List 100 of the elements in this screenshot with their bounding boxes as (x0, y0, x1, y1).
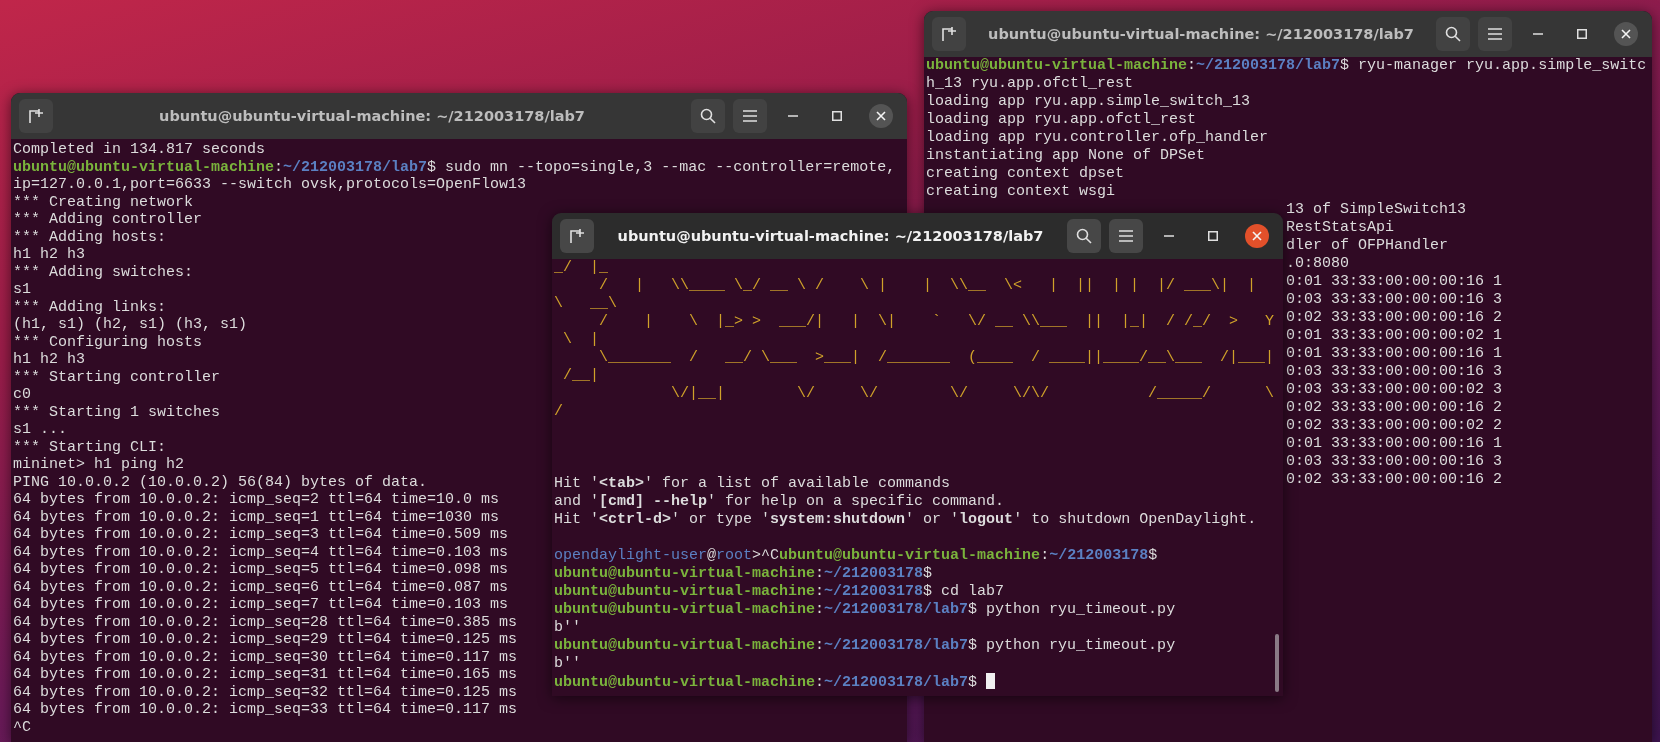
terminal-line: 13 of SimpleSwitch13 (1286, 201, 1467, 219)
terminal-line: 0:01 33:33:00:00:00:16 1 (1286, 435, 1503, 453)
terminal-line: 64 bytes from 10.0.0.2: icmp_seq=5 ttl=64 time=0.098 ms (13, 561, 509, 579)
terminal-line: 0:01 33:33:00:00:00:02 1 (1286, 327, 1503, 345)
terminal-line: Completed in 134.817 seconds (13, 141, 266, 159)
terminal-line: Hit '<tab>' for a list of available commands (554, 475, 951, 493)
terminal-line: 0:03 33:33:00:00:00:16 3 (1286, 291, 1503, 309)
window-title: ubuntu@ubuntu-virtual-machine: ~/212003178/lab7 (987, 26, 1415, 42)
terminal-line: h1 h2 h3 (13, 246, 85, 264)
terminal-line: *** Adding switches: (13, 263, 194, 281)
terminal-line: (h1, s1) (h2, s1) (h3, s1) (13, 316, 248, 334)
menu-button[interactable] (1478, 17, 1512, 51)
terminal-line: 0:02 33:33:00:00:00:16 2 (1286, 309, 1503, 327)
close-button[interactable] (1614, 22, 1638, 46)
terminal-line: .0:8080 (1286, 255, 1350, 273)
ascii-art-line: /__| (562, 367, 599, 385)
close-icon (1252, 231, 1262, 241)
terminal-line: ubuntu@ubuntu-virtual-machine:~/212003178/lab7$ python ryu_timeout.py (554, 601, 1176, 619)
window-title: ubuntu@ubuntu-virtual-machine: ~/212003178/lab7 (158, 108, 586, 124)
terminal-line: b'' (554, 619, 581, 637)
terminal-line: h1 h2 h3 (13, 351, 85, 369)
terminal-line: ^C (13, 718, 31, 736)
terminal-line: ubuntu@ubuntu-virtual-machine:~/212003178/lab7$ ryu-manager ryu.app.simple_switc (926, 57, 1647, 75)
scrollbar[interactable] (1275, 634, 1279, 692)
terminal-line: PING 10.0.0.2 (10.0.0.2) 56(84) bytes of data. (13, 473, 428, 491)
terminal-line: instantiating app None of DPSet (926, 147, 1206, 165)
terminal-line: b'' (554, 655, 581, 673)
terminal-line: ip=127.0.0.1,port=6633 --switch ovsk,protocols=OpenFlow13 (13, 176, 527, 194)
terminal-line: 0:03 33:33:00:00:00:16 3 (1286, 453, 1503, 471)
terminal-line: c0 (13, 386, 31, 404)
close-icon (1621, 29, 1631, 39)
new-tab-button[interactable] (560, 219, 594, 253)
terminal-line: Hit '<ctrl-d>' or type 'system:shutdown' or 'logout' to shutdown OpenDaylight. (554, 511, 1257, 529)
maximize-icon (832, 111, 842, 121)
terminal-line: 64 bytes from 10.0.0.2: icmp_seq=3 ttl=64 time=0.509 ms (13, 526, 509, 544)
new-tab-icon (941, 26, 957, 42)
terminal-line: 0:02 33:33:00:00:00:16 2 (1286, 399, 1503, 417)
menu-button[interactable] (733, 99, 767, 133)
terminal-line: 64 bytes from 10.0.0.2: icmp_seq=33 ttl=64 time=0.117 ms (13, 701, 518, 719)
new-tab-icon (569, 228, 585, 244)
terminal-line: *** Configuring hosts (13, 333, 203, 351)
terminal-line: *** Adding links: (13, 298, 167, 316)
terminal-line: ubuntu@ubuntu-virtual-machine:~/212003178/lab7$ python ryu_timeout.py (554, 637, 1176, 655)
ascii-art-line: \ | (562, 331, 599, 349)
terminal-line: 64 bytes from 10.0.0.2: icmp_seq=4 ttl=64 time=0.103 ms (13, 543, 509, 561)
terminal-line: 64 bytes from 10.0.0.2: icmp_seq=31 ttl=64 time=0.165 ms (13, 666, 518, 684)
search-button[interactable] (1436, 17, 1470, 51)
ascii-art-line: / | \ |_> > ___/| | \| ` \/ __ \\___ || |_| / /_/ > Y (598, 313, 1275, 331)
terminal-line: *** Adding controller (13, 211, 203, 229)
terminal-line: s1 (13, 281, 31, 299)
terminal-line: 64 bytes from 10.0.0.2: icmp_seq=7 ttl=64 time=0.103 ms (13, 596, 509, 614)
terminal-line: loading app ryu.controller.ofp_handler (926, 129, 1269, 147)
minimize-icon (1164, 235, 1174, 237)
menu-button[interactable] (1109, 219, 1143, 253)
terminal-line: opendaylight-user@root>^Cubuntu@ubuntu-virtual-machine:~/212003178$ (554, 547, 1158, 565)
close-icon (876, 111, 886, 121)
terminal-line: 0:01 33:33:00:00:00:16 1 (1286, 345, 1503, 363)
ascii-art-line: / (554, 403, 563, 421)
terminal-line: 64 bytes from 10.0.0.2: icmp_seq=30 ttl=64 time=0.117 ms (13, 648, 518, 666)
terminal-line: ubuntu@ubuntu-virtual-machine:~/212003178/lab7$ (554, 673, 996, 692)
terminal-line: RestStatsApi (1286, 219, 1395, 237)
maximize-icon (1208, 231, 1218, 241)
new-tab-button[interactable] (19, 99, 53, 133)
menu-icon (743, 110, 757, 122)
terminal-line: 64 bytes from 10.0.0.2: icmp_seq=6 ttl=64 time=0.087 ms (13, 578, 509, 596)
window-title: ubuntu@ubuntu-virtual-machine: ~/212003178/lab7 (616, 228, 1045, 244)
terminal-line: *** Starting controller (13, 368, 221, 386)
terminal-line: 64 bytes from 10.0.0.2: icmp_seq=29 ttl=64 time=0.125 ms (13, 631, 518, 649)
ascii-art-line: \ __\ (554, 295, 617, 313)
ascii-art-line: / | \\____ \_/ __ \ / \ | | \\__ \< | || | | |/ ___\| | (598, 277, 1257, 295)
terminal-line: 0:03 33:33:00:00:00:02 3 (1286, 381, 1503, 399)
minimize-icon (1533, 33, 1543, 35)
terminal-line: and '[cmd] --help' for help on a specific command. (554, 493, 1005, 511)
search-button[interactable] (691, 99, 725, 133)
terminal-line: *** Starting CLI: (13, 438, 167, 456)
terminal-line: creating context dpset (926, 165, 1125, 183)
terminal-line: 0:02 33:33:00:00:00:16 2 (1286, 471, 1503, 489)
close-button[interactable] (869, 104, 893, 128)
terminal-line: loading app ryu.app.simple_switch_13 (926, 93, 1251, 111)
terminal-line: 64 bytes from 10.0.0.2: icmp_seq=1 ttl=64 time=1030 ms (13, 508, 500, 526)
new-tab-button[interactable] (932, 17, 966, 51)
search-icon (1076, 228, 1092, 244)
search-icon (700, 108, 716, 124)
search-button[interactable] (1067, 219, 1101, 253)
terminal-line: 64 bytes from 10.0.0.2: icmp_seq=28 ttl=64 time=0.385 ms (13, 613, 518, 631)
menu-icon (1119, 230, 1133, 242)
close-button[interactable] (1245, 224, 1269, 248)
new-tab-icon (28, 108, 44, 124)
terminal-line: *** Creating network (13, 193, 194, 211)
terminal-line: ubuntu@ubuntu-virtual-machine:~/212003178/lab7$ sudo mn --topo=single,3 --mac --controller=remote, (13, 158, 896, 176)
ascii-art-line: \/|__| \/ \/ \/ \/\/ /_____/ \ (670, 385, 1275, 403)
maximize-icon (1577, 29, 1587, 39)
terminal-line: loading app ryu.app.ofctl_rest (926, 111, 1197, 129)
minimize-icon (788, 115, 798, 117)
search-icon (1445, 26, 1461, 42)
terminal-line: 64 bytes from 10.0.0.2: icmp_seq=2 ttl=64 time=10.0 ms (13, 491, 500, 509)
terminal-line: ubuntu@ubuntu-virtual-machine:~/212003178$ cd lab7 (554, 583, 1005, 601)
terminal-line: creating context wsgi (926, 183, 1116, 201)
terminal-line: h_13 ryu.app.ofctl_rest (926, 75, 1134, 93)
menu-icon (1488, 28, 1502, 40)
